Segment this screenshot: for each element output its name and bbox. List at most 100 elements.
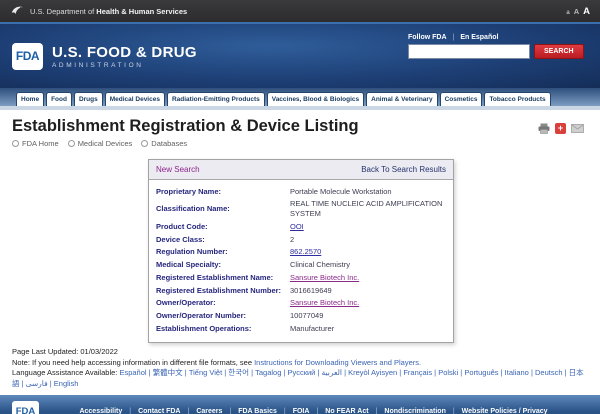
footer-fda-logo[interactable]: FDA [12, 401, 39, 414]
footer-link-website-policies-privacy[interactable]: Website Policies / Privacy [462, 408, 548, 414]
language-link-espa-ol[interactable]: Español [119, 368, 146, 377]
nav-tab-drugs[interactable]: Drugs [74, 92, 103, 106]
breadcrumb: FDA Home Medical Devices Databases [12, 139, 588, 148]
hhs-eagle-icon [10, 4, 24, 18]
row-label: Classification Name: [156, 204, 290, 213]
row-value-link-sansure-biotech-inc[interactable]: Sansure Biotech Inc. [290, 273, 359, 283]
language-link-[interactable]: Русский [288, 368, 316, 377]
language-link-italiano[interactable]: Italiano [505, 368, 529, 377]
table-row-registered-establishment-number: Registered Establishment Number:30166196… [156, 284, 446, 297]
nav-tab-radiation-emitting-products[interactable]: Radiation-Emitting Products [167, 92, 265, 106]
table-row-medical-specialty: Medical Specialty:Clinical Chemistry [156, 259, 446, 272]
row-label: Owner/Operator Number: [156, 311, 290, 320]
main-content: Establishment Registration & Device List… [0, 110, 600, 343]
nav-tab-food[interactable]: Food [46, 92, 72, 106]
email-icon[interactable] [571, 124, 584, 133]
page-last-updated: Page Last Updated: 01/03/2022 [12, 347, 588, 358]
language-assistance: Language Assistance Available: Español |… [12, 368, 588, 389]
table-row-regulation-number: Regulation Number:862.2570 [156, 246, 446, 259]
nav-tab-medical-devices[interactable]: Medical Devices [105, 92, 165, 106]
footer-link-separator: | [376, 408, 378, 414]
language-link-[interactable]: 繁體中文 [153, 368, 183, 377]
row-label: Medical Specialty: [156, 260, 290, 269]
row-value: 10077049 [290, 311, 323, 321]
row-value-link-ooi[interactable]: OOI [290, 222, 304, 232]
search-button[interactable]: SEARCH [534, 44, 584, 59]
breadcrumb-item: Databases [141, 139, 187, 148]
row-value-link-862-2570[interactable]: 862.2570 [290, 247, 321, 257]
language-link-deutsch[interactable]: Deutsch [535, 368, 563, 377]
row-label: Regulation Number: [156, 247, 290, 256]
row-label: Owner/Operator: [156, 298, 290, 307]
footer-link-contact-fda[interactable]: Contact FDA [138, 408, 180, 414]
text-size-small-button[interactable]: a [566, 10, 569, 16]
breadcrumb-item: FDA Home [12, 139, 59, 148]
breadcrumb-link-databases[interactable]: Databases [151, 139, 187, 148]
language-link-polski[interactable]: Polski [438, 368, 458, 377]
table-row-owner-operator: Owner/Operator:Sansure Biotech Inc. [156, 297, 446, 310]
hhs-department-label: U.S. Department of Health & Human Servic… [30, 7, 187, 16]
language-link-fran-ais[interactable]: Français [403, 368, 432, 377]
row-label: Registered Establishment Name: [156, 273, 290, 282]
text-size-large-button[interactable]: A [583, 6, 590, 17]
follow-fda-link[interactable]: Follow FDA [408, 34, 447, 41]
nav-tab-cosmetics[interactable]: Cosmetics [440, 92, 483, 106]
page-info: Page Last Updated: 01/03/2022 Note: If y… [0, 343, 600, 395]
language-link-english[interactable]: English [54, 379, 79, 388]
table-row-establishment-operations: Establishment Operations:Manufacturer [156, 322, 446, 335]
footer-link-fda-basics[interactable]: FDA Basics [238, 408, 277, 414]
fda-header: FDA U.S. FOOD & DRUG ADMINISTRATION Foll… [0, 22, 600, 88]
print-icon[interactable] [538, 123, 550, 134]
footer-link-nondiscrimination[interactable]: Nondiscrimination [384, 408, 445, 414]
table-row-device-class: Device Class:2 [156, 233, 446, 246]
back-to-search-results-link[interactable]: Back To Search Results [361, 165, 446, 174]
table-row-proprietary-name: Proprietary Name:Portable Molecule Works… [156, 185, 446, 198]
header-links-divider: | [453, 34, 455, 41]
nav-tab-animal-veterinary[interactable]: Animal & Veterinary [366, 92, 437, 106]
row-value: REAL TIME NUCLEIC ACID AMPLIFICATION SYS… [290, 199, 446, 219]
language-assistance-label: Language Assistance Available: [12, 368, 119, 377]
footer-link-separator: | [453, 408, 455, 414]
breadcrumb-link-medical-devices[interactable]: Medical Devices [78, 139, 133, 148]
breadcrumb-link-fda-home[interactable]: FDA Home [22, 139, 59, 148]
row-value-link-sansure-biotech-inc[interactable]: Sansure Biotech Inc. [290, 298, 359, 308]
text-size-medium-button[interactable]: A [574, 7, 579, 16]
breadcrumb-item: Medical Devices [68, 139, 133, 148]
footer-link-no-fear-act[interactable]: No FEAR Act [325, 408, 368, 414]
row-label: Proprietary Name: [156, 187, 290, 196]
text-size-controls: a A A [566, 6, 590, 17]
table-row-classification-name: Classification Name:REAL TIME NUCLEIC AC… [156, 198, 446, 221]
breadcrumb-bullet-icon [12, 140, 19, 147]
language-link-tagalog[interactable]: Tagalog [255, 368, 281, 377]
share-icon[interactable]: + [555, 123, 566, 134]
footer-link-separator: | [129, 408, 131, 414]
header-links: Follow FDA | En Español [408, 34, 586, 41]
fda-logo[interactable]: FDA [12, 43, 43, 70]
language-link-[interactable]: 한국어 [228, 368, 249, 377]
row-value: Portable Molecule Workstation [290, 187, 392, 197]
nav-tab-vaccines-blood-biologics[interactable]: Vaccines, Blood & Biologics [267, 92, 364, 106]
fda-page: U.S. Department of Health & Human Servic… [0, 0, 600, 414]
language-link-[interactable]: العربية [322, 368, 343, 377]
language-link-krey-l-ayisyen[interactable]: Kreyòl Ayisyen [348, 368, 397, 377]
footer-link-accessibility[interactable]: Accessibility [79, 408, 122, 414]
nav-tab-home[interactable]: Home [16, 92, 44, 106]
new-search-link[interactable]: New Search [156, 165, 200, 174]
panel-header: New Search Back To Search Results [149, 160, 453, 180]
en-espanol-link[interactable]: En Español [460, 34, 498, 41]
hhs-topbar: U.S. Department of Health & Human Servic… [0, 0, 600, 22]
fda-header-title: U.S. FOOD & DRUG ADMINISTRATION [52, 44, 197, 69]
footer-link-careers[interactable]: Careers [196, 408, 222, 414]
breadcrumb-bullet-icon [141, 140, 148, 147]
footer-link-foia[interactable]: FOIA [293, 408, 310, 414]
footer-link-separator: | [229, 408, 231, 414]
language-link-portugu-s[interactable]: Português [464, 368, 498, 377]
row-label: Registered Establishment Number: [156, 286, 290, 295]
table-row-product-code: Product Code:OOI [156, 220, 446, 233]
language-link-ti-ng-vi-t[interactable]: Tiếng Việt [189, 368, 222, 377]
nav-tab-tobacco-products[interactable]: Tobacco Products [484, 92, 550, 106]
page-title: Establishment Registration & Device List… [12, 117, 588, 136]
viewers-players-link[interactable]: Instructions for Downloading Viewers and… [254, 358, 421, 367]
search-input[interactable] [408, 44, 530, 59]
language-link-[interactable]: فارسی [26, 379, 48, 388]
